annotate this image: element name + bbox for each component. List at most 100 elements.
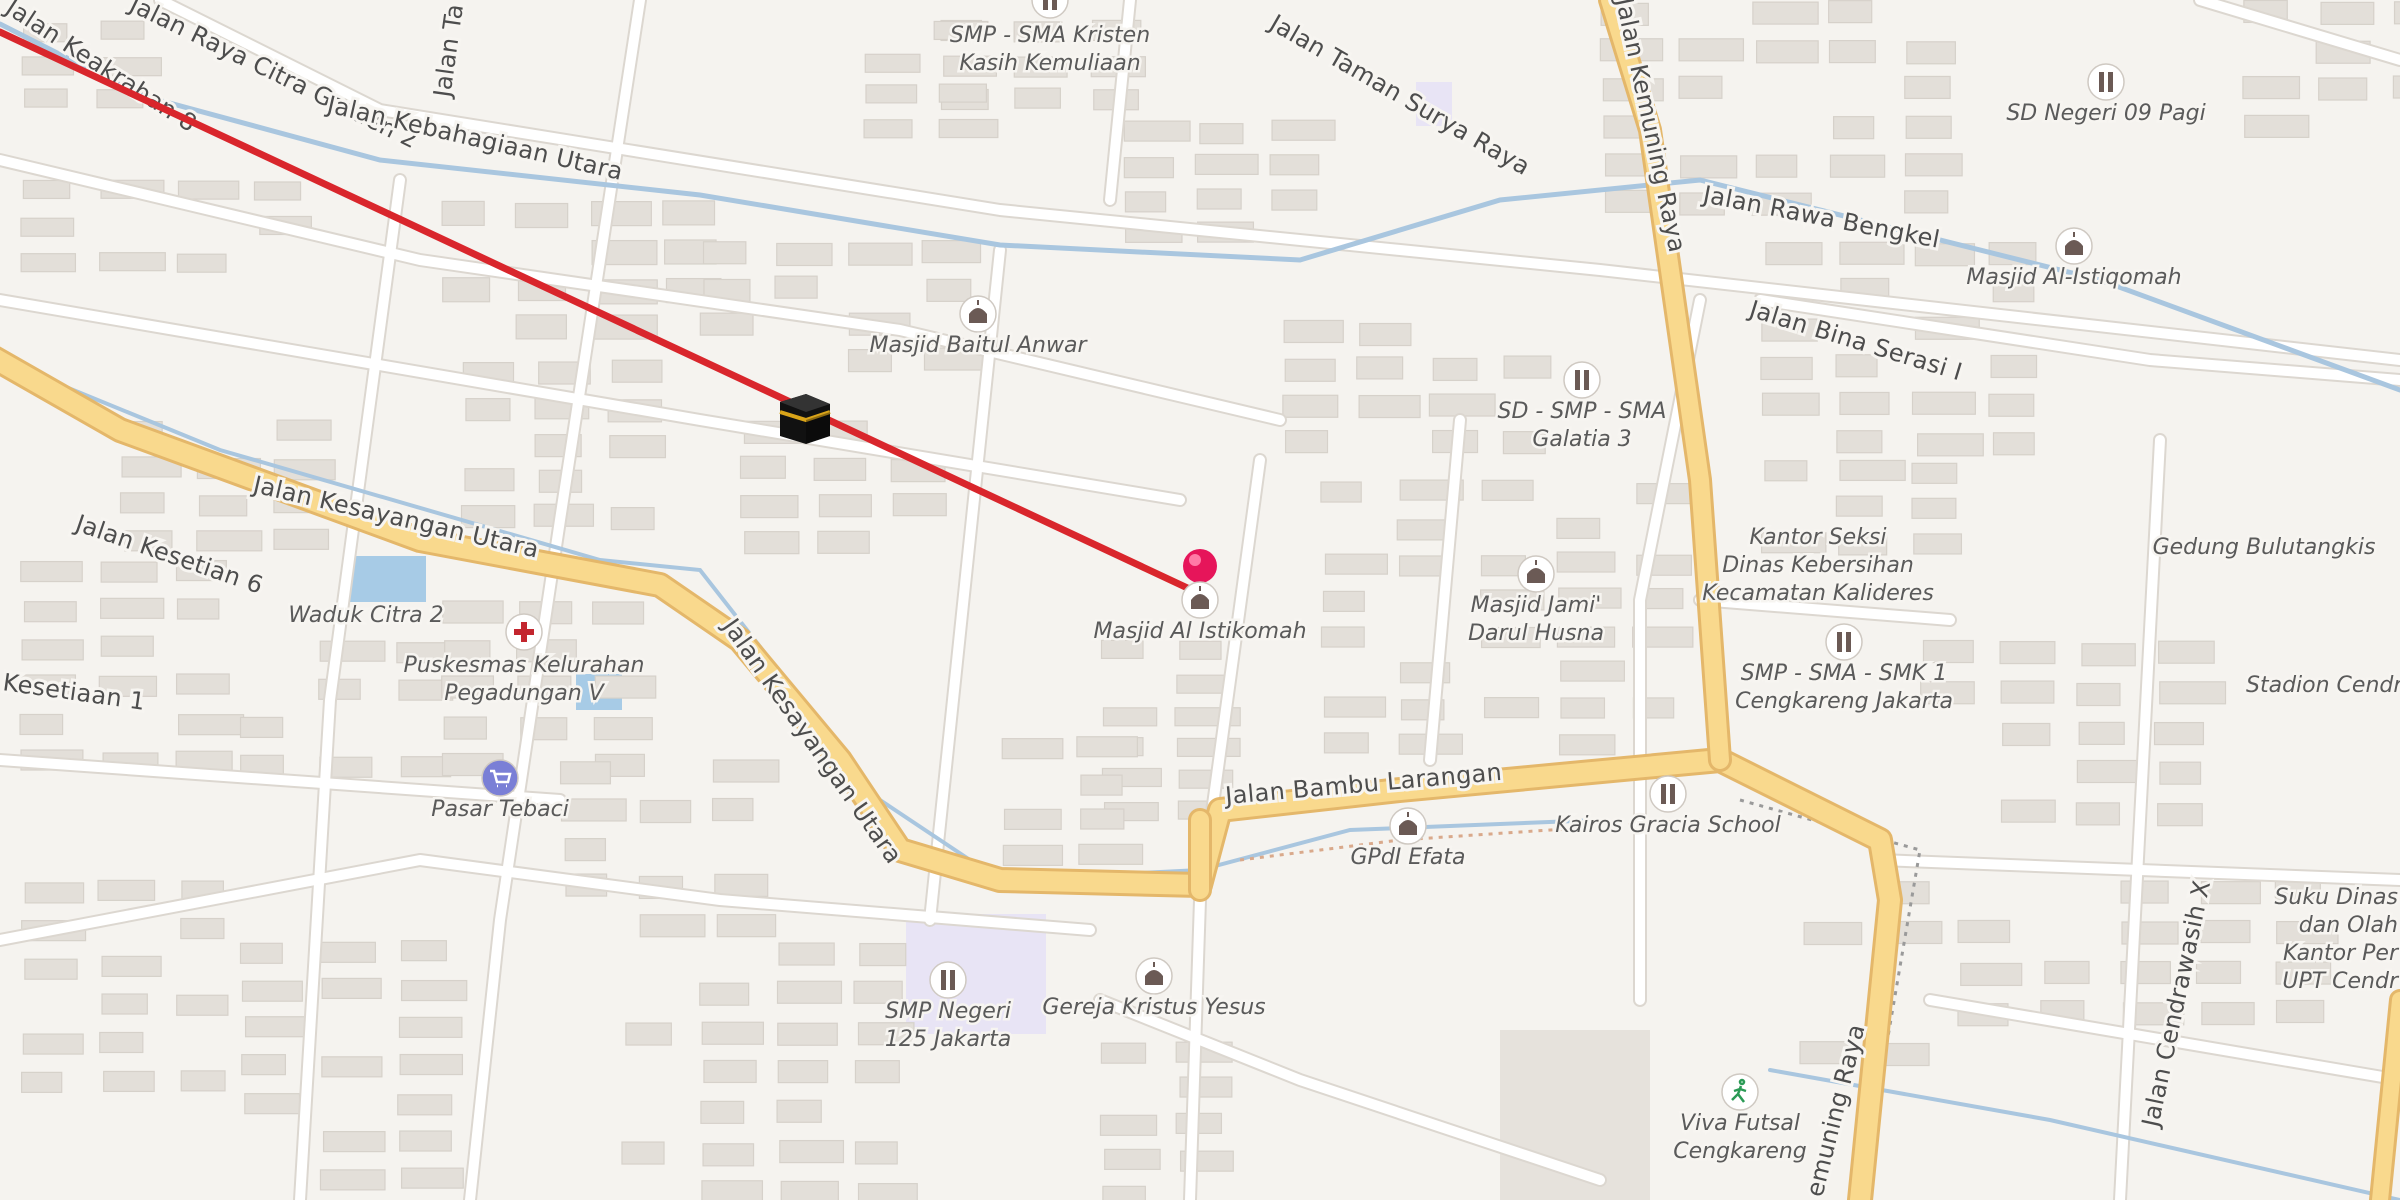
building <box>442 277 491 303</box>
mosque-icon[interactable] <box>1517 555 1555 593</box>
building <box>119 492 165 514</box>
building <box>1078 843 1144 865</box>
building <box>97 879 156 901</box>
qibla-route-line <box>0 28 1200 596</box>
building <box>559 761 612 785</box>
mosque-icon[interactable] <box>959 295 997 333</box>
building <box>1282 394 1339 418</box>
building <box>399 1130 452 1152</box>
building <box>1760 356 1813 381</box>
mosque-icon[interactable] <box>1181 581 1219 619</box>
building <box>702 1143 755 1167</box>
building <box>399 1053 464 1076</box>
building <box>1104 1148 1161 1170</box>
building <box>1911 497 1957 519</box>
poi-label-kantor-seksi[interactable]: Kantor Seksi Dinas Kebersihan Kecamatan Ka… <box>1700 523 1937 609</box>
poi-label-gereja-kristus-yesus[interactable]: Gereja Kristus Yesus <box>1040 993 1268 1023</box>
building <box>180 917 225 940</box>
poi-label-viva-futsal[interactable]: Viva Futsal Cengkareng <box>1671 1109 1810 1167</box>
building <box>611 359 663 383</box>
church-icon[interactable] <box>1389 807 1427 845</box>
building <box>1755 154 1798 178</box>
poi-label-waduk-citra-2[interactable]: Waduk Citra 2 <box>286 601 446 631</box>
building <box>1839 391 1890 416</box>
mosque-icon[interactable] <box>2055 227 2093 265</box>
building <box>21 639 84 661</box>
kaaba-icon[interactable] <box>779 394 831 444</box>
map-canvas[interactable]: Jalan Keakraban 8 Jalan Raya Citra Garde… <box>0 0 2400 1200</box>
building <box>865 84 918 104</box>
building <box>2318 77 2368 101</box>
poi-label-pasar-tebaci[interactable]: Pasar Tebaci <box>429 795 572 825</box>
school-icon[interactable] <box>1649 775 1687 813</box>
building <box>1002 844 1064 866</box>
building <box>24 958 78 980</box>
building <box>1922 639 1974 664</box>
building <box>1904 190 1949 214</box>
building <box>2159 681 2227 705</box>
building <box>2075 802 2121 826</box>
reservoir-waduk-citra-2 <box>350 556 426 602</box>
market-icon[interactable] <box>481 759 519 797</box>
building <box>1396 519 1448 541</box>
building <box>241 980 303 1002</box>
building <box>24 882 85 904</box>
sports-icon[interactable] <box>1721 1073 1759 1111</box>
building <box>441 200 485 227</box>
building <box>1904 153 1963 177</box>
building <box>780 1180 839 1200</box>
church-icon[interactable] <box>1135 957 1173 995</box>
school-icon[interactable] <box>2087 63 2125 101</box>
building <box>560 798 627 822</box>
poi-label-masjid-al-istikomah[interactable]: Masjid Al Istikomah <box>1091 617 1309 647</box>
building <box>1556 551 1616 573</box>
building <box>1836 430 1883 454</box>
building <box>101 993 148 1015</box>
building <box>1080 774 1123 796</box>
building <box>1359 322 1412 347</box>
school-icon[interactable] <box>929 961 967 999</box>
poi-label-masjid-al-istiqomah[interactable]: Masjid Al-Istiqomah <box>1964 263 2184 293</box>
building <box>712 759 780 783</box>
building <box>1483 697 1540 719</box>
building <box>2201 1001 2255 1026</box>
poi-label-kairos-gracia[interactable]: Kairos Gracia School <box>1553 811 1784 841</box>
building <box>2393 1 2400 25</box>
building <box>1271 189 1318 211</box>
building <box>1832 116 1875 140</box>
school-icon[interactable] <box>1031 0 1069 19</box>
building <box>319 1169 386 1191</box>
poi-label-masjid-baitul-anwar[interactable]: Masjid Baitul Anwar <box>867 331 1091 361</box>
poi-label-stadion[interactable]: Stadion Cendra <box>2244 671 2400 701</box>
building <box>777 1059 829 1084</box>
building <box>515 314 567 340</box>
building <box>921 240 982 264</box>
building <box>1999 640 2056 665</box>
building <box>1828 0 1873 24</box>
building <box>176 253 227 273</box>
map-view[interactable]: Jalan Keakraban 8 Jalan Raya Citra Garde… <box>0 0 2400 1200</box>
building <box>22 1033 84 1055</box>
building <box>1196 188 1242 210</box>
building <box>400 1167 464 1189</box>
building <box>938 83 988 103</box>
clinic-icon[interactable] <box>505 613 543 651</box>
school-icon[interactable] <box>1825 623 1863 661</box>
poi-label-gedung-bulutangkis[interactable]: Gedung Bulutangkis <box>2150 533 2378 563</box>
building <box>100 597 165 619</box>
building <box>1014 87 1061 109</box>
building <box>1324 553 1388 575</box>
poi-label-masjid-jami[interactable]: Masjid Jami' Darul Husna <box>1466 591 1607 649</box>
building <box>99 1031 144 1054</box>
building <box>20 217 75 237</box>
building <box>1176 737 1241 758</box>
building <box>774 275 818 299</box>
building <box>2200 919 2251 944</box>
building <box>818 494 872 518</box>
school-icon[interactable] <box>1563 361 1601 399</box>
poi-label-gpdi-efata[interactable]: GPdI Efata <box>1348 843 1468 873</box>
poi-label-sd-negeri-09[interactable]: SD Negeri 09 Pagi <box>2004 99 2208 129</box>
building <box>1904 75 1951 100</box>
building <box>24 88 68 108</box>
building <box>1356 356 1404 380</box>
